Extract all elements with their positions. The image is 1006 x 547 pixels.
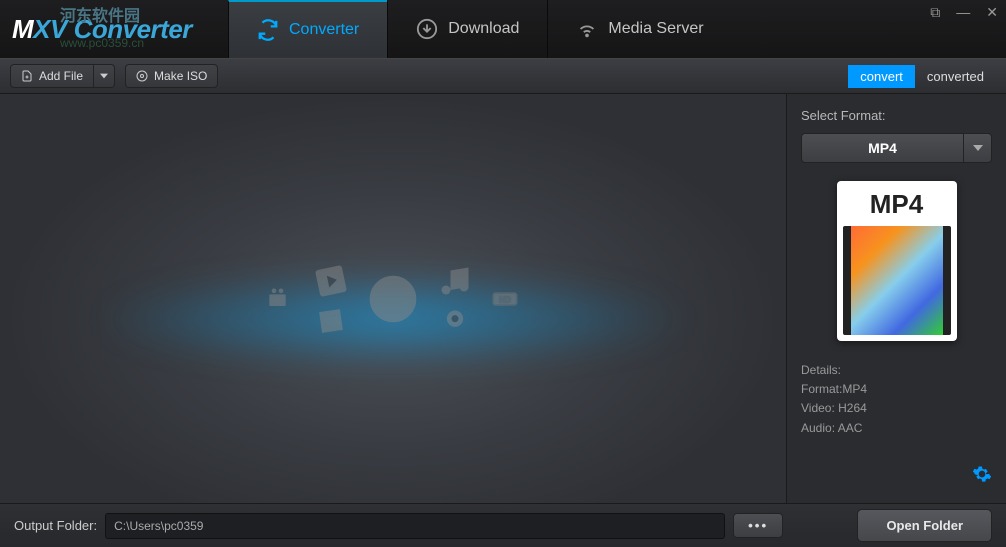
hd-icon: HD: [491, 285, 519, 313]
settings-button[interactable]: [972, 464, 992, 489]
file-plus-icon: [21, 70, 33, 82]
watermark-text-2: www.pc0359.cn: [60, 36, 144, 50]
format-select-value[interactable]: MP4: [801, 133, 964, 163]
details-title: Details:: [801, 361, 992, 380]
browse-button[interactable]: •••: [733, 513, 783, 538]
details-audio: Audio: AAC: [801, 419, 992, 438]
tab-converter[interactable]: Converter: [228, 0, 387, 58]
main-tabs: Converter Download Media Server: [228, 0, 732, 58]
refresh-icon: [257, 19, 279, 41]
tab-label: Download: [448, 20, 519, 38]
subtab-convert[interactable]: convert: [848, 65, 915, 88]
tab-media-server[interactable]: Media Server: [547, 0, 731, 58]
popout-icon[interactable]: ⧉: [930, 4, 940, 21]
disc-icon: [136, 70, 148, 82]
format-sidebar: Select Format: MP4 MP4 Details: Format:M…: [786, 94, 1006, 503]
webcam-icon: [441, 307, 469, 335]
film-icon: [310, 259, 353, 302]
minimize-icon[interactable]: —: [956, 4, 970, 21]
download-icon: [416, 18, 438, 40]
open-folder-button[interactable]: Open Folder: [857, 509, 992, 542]
format-preview-image: [843, 226, 951, 335]
placeholder-icons: HD: [267, 263, 519, 335]
format-preview-label: MP4: [843, 187, 951, 226]
add-file-button[interactable]: Add File: [10, 64, 94, 88]
wifi-icon: [576, 18, 598, 40]
gear-icon: [972, 464, 992, 484]
chevron-down-icon: [973, 145, 983, 151]
format-select-dropdown[interactable]: [964, 133, 992, 163]
format-select: MP4: [801, 133, 992, 163]
output-folder-input[interactable]: [105, 513, 725, 539]
make-iso-button[interactable]: Make ISO: [125, 64, 218, 88]
close-icon[interactable]: ✕: [986, 4, 998, 21]
watermark-text-1: 河东软件园: [60, 2, 140, 26]
camera-icon: [267, 285, 295, 313]
chevron-down-icon: [100, 72, 108, 80]
file-drop-area[interactable]: HD: [0, 94, 786, 503]
format-details: Details: Format:MP4 Video: H264 Audio: A…: [801, 361, 992, 438]
details-video: Video: H264: [801, 399, 992, 418]
format-preview: MP4: [837, 181, 957, 341]
play-circle-icon: [367, 273, 419, 325]
add-file-dropdown[interactable]: [94, 64, 115, 88]
button-label: Add File: [39, 69, 83, 83]
logo-area: 河东软件园 MXV Converter www.pc0359.cn: [0, 0, 228, 58]
tab-download[interactable]: Download: [387, 0, 547, 58]
details-format: Format:MP4: [801, 380, 992, 399]
music-icon: [437, 263, 473, 299]
subtab-converted[interactable]: converted: [915, 65, 996, 88]
footer: Output Folder: ••• Open Folder: [0, 503, 1006, 547]
select-format-label: Select Format:: [801, 108, 992, 123]
header: 河东软件园 MXV Converter www.pc0359.cn Conver…: [0, 0, 1006, 58]
clapper-icon: [315, 305, 347, 337]
main-content: HD Select Format: MP4 MP4 Details: Forma…: [0, 94, 1006, 503]
tab-label: Converter: [289, 21, 359, 39]
button-label: Make ISO: [154, 69, 207, 83]
tab-label: Media Server: [608, 20, 703, 38]
output-folder-label: Output Folder:: [14, 518, 97, 533]
svg-text:HD: HD: [499, 295, 511, 304]
toolbar: Add File Make ISO convert converted: [0, 58, 1006, 94]
window-controls: ⧉ — ✕: [930, 4, 998, 21]
app-window: 河东软件园 MXV Converter www.pc0359.cn Conver…: [0, 0, 1006, 547]
